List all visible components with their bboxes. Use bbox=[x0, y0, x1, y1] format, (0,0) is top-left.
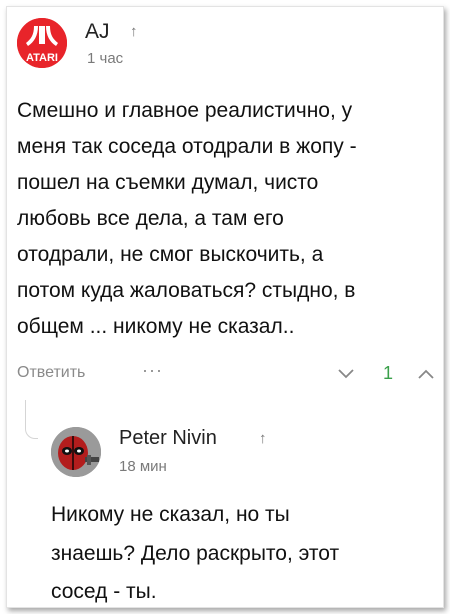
comment-line: меня так соседа отодрали в жопу - bbox=[17, 135, 357, 158]
reply-line: Никому не сказал, но ты bbox=[51, 503, 290, 526]
avatar[interactable] bbox=[51, 427, 101, 477]
reply-line: знаешь? Дело раскрыто, этот bbox=[51, 542, 340, 565]
comment-line: отодрали, не смог выскочить, а bbox=[17, 243, 324, 266]
svg-text:ATARI: ATARI bbox=[26, 52, 58, 64]
comment-line: пошел на съемки думал, чисто bbox=[17, 171, 319, 194]
reply-line: сосед - ты. bbox=[51, 580, 157, 603]
chevron-up-icon[interactable] bbox=[417, 368, 435, 380]
reply-button[interactable]: Ответить bbox=[17, 364, 85, 382]
atari-logo-icon: ATARI bbox=[17, 18, 67, 68]
comment-line: потом куда жаловаться? стыдно, в bbox=[17, 279, 356, 302]
comment-author[interactable]: AJ bbox=[85, 20, 110, 44]
up-arrow-icon: ↑ bbox=[259, 430, 267, 447]
comment-line: Смешно и главное реалистично, у bbox=[17, 99, 353, 122]
reply-time: 18 мин bbox=[119, 458, 167, 475]
more-options-button[interactable]: ··· bbox=[142, 360, 163, 381]
chevron-down-icon[interactable] bbox=[337, 368, 355, 380]
thread-connector bbox=[25, 400, 38, 439]
comment-time: 1 час bbox=[87, 50, 124, 67]
rating-count: 1 bbox=[383, 363, 394, 383]
up-arrow-icon: ↑ bbox=[130, 23, 138, 40]
comment-thread: ATARI AJ ↑ 1 час Смешно и главное реалис… bbox=[6, 6, 444, 608]
comment-line: любовь все дела, а там его bbox=[17, 207, 284, 230]
deadpool-avatar-icon bbox=[51, 427, 101, 477]
comment-line: общем ... никому не сказал.. bbox=[17, 315, 295, 338]
reply-author[interactable]: Peter Nivin bbox=[119, 427, 217, 450]
avatar[interactable]: ATARI bbox=[17, 18, 67, 68]
